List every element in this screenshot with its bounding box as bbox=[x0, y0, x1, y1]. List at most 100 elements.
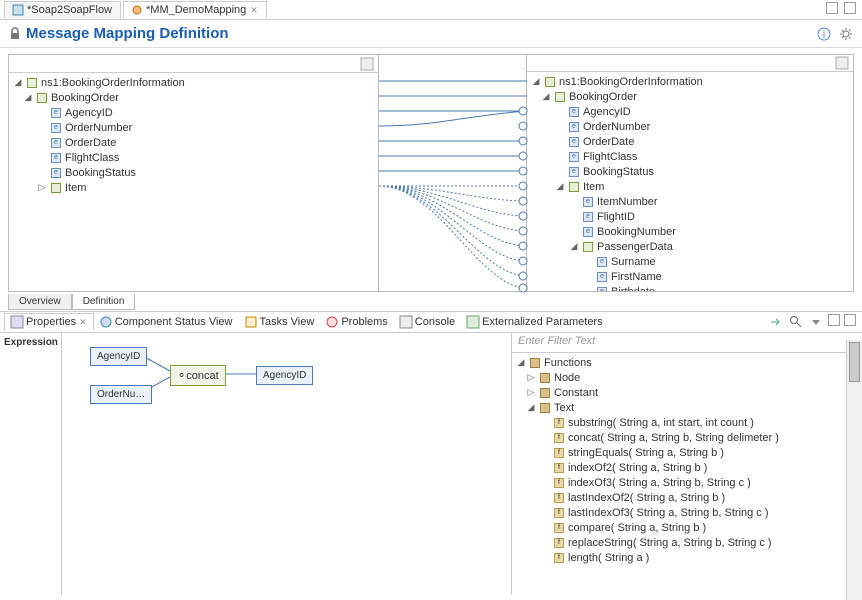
properties-icon bbox=[11, 316, 23, 328]
tree-node-label[interactable]: ns1:BookingOrderInformation bbox=[41, 77, 185, 89]
export-icon[interactable] bbox=[768, 314, 784, 330]
tree-node-label[interactable]: replaceString( String a, String b, Strin… bbox=[568, 537, 772, 549]
tree-twisty[interactable]: ◢ bbox=[516, 357, 526, 368]
tree-node-label[interactable]: BookingNumber bbox=[597, 226, 676, 238]
expr-input-node[interactable]: OrderNu… bbox=[90, 385, 152, 404]
tab-label: *Soap2SoapFlow bbox=[27, 4, 112, 16]
complex-type-icon bbox=[568, 181, 580, 193]
tab-soap2soapflow[interactable]: *Soap2SoapFlow bbox=[4, 1, 121, 18]
maximize-view-button[interactable] bbox=[844, 314, 856, 326]
scrollbar-thumb[interactable] bbox=[849, 342, 860, 382]
tree-node-label[interactable]: compare( String a, String b ) bbox=[568, 522, 706, 534]
tab-problems[interactable]: Problems bbox=[320, 314, 393, 330]
category-icon bbox=[539, 402, 551, 414]
tree-twisty[interactable]: ▷ bbox=[37, 182, 47, 193]
tree-twisty[interactable]: ◢ bbox=[531, 76, 541, 87]
tree-node-label[interactable]: AgencyID bbox=[65, 107, 113, 119]
tree-node-label[interactable]: ItemNumber bbox=[597, 196, 658, 208]
panel-menu-icon[interactable] bbox=[835, 56, 849, 70]
tree-node-label[interactable]: ns1:BookingOrderInformation bbox=[559, 76, 703, 88]
minimize-view-button[interactable] bbox=[828, 314, 840, 326]
panel-menu-icon[interactable] bbox=[360, 57, 374, 71]
function-filter-input[interactable]: Enter Filter Text bbox=[512, 333, 862, 353]
function-icon: ⚬ bbox=[177, 370, 186, 382]
tree-twisty[interactable]: ◢ bbox=[555, 181, 565, 192]
tree-node-label[interactable]: Item bbox=[583, 181, 604, 193]
tree-twisty[interactable]: ◢ bbox=[569, 241, 579, 252]
expr-output-node[interactable]: AgencyID bbox=[256, 366, 313, 385]
tab-properties[interactable]: Properties✕ bbox=[4, 313, 94, 331]
tab-label: Externalized Parameters bbox=[482, 316, 602, 328]
expr-input-node[interactable]: AgencyID bbox=[90, 347, 147, 366]
tree-node-label[interactable]: Functions bbox=[544, 357, 592, 369]
tree-twisty[interactable]: ◢ bbox=[23, 92, 33, 103]
tree-node-label[interactable]: BookingOrder bbox=[51, 92, 119, 104]
tree-node-label[interactable]: OrderDate bbox=[583, 136, 634, 148]
tree-node-label[interactable]: FlightClass bbox=[65, 152, 119, 164]
complex-type-icon bbox=[36, 92, 48, 104]
tab-close-icon[interactable]: ✕ bbox=[250, 5, 258, 16]
tree-node-label[interactable]: Birthdate bbox=[611, 286, 655, 291]
tree-node-label[interactable]: FlightClass bbox=[583, 151, 637, 163]
tab-component-status[interactable]: Component Status View bbox=[94, 314, 239, 330]
tree-node-label[interactable]: Item bbox=[65, 182, 86, 194]
mapping-area: ◢ ns1:BookingOrderInformation ◢ BookingOrd… bbox=[0, 48, 862, 311]
tree-node-label[interactable]: concat( String a, String b, String delim… bbox=[568, 432, 779, 444]
tree-twisty[interactable]: ◢ bbox=[13, 77, 23, 88]
tab-console[interactable]: Console bbox=[394, 314, 461, 330]
settings-icon[interactable] bbox=[838, 26, 854, 42]
tree-node-label[interactable]: lastIndexOf3( String a, String b, String… bbox=[568, 507, 769, 519]
tree-node-label[interactable]: stringEquals( String a, String b ) bbox=[568, 447, 724, 459]
minimize-button[interactable] bbox=[826, 2, 838, 14]
search-icon[interactable] bbox=[788, 314, 804, 330]
tree-node-label[interactable]: Constant bbox=[554, 387, 598, 399]
function-label: concat bbox=[186, 370, 218, 382]
tab-definition[interactable]: Definition bbox=[72, 294, 136, 310]
element-icon: e bbox=[568, 121, 580, 133]
tab-externalized-params[interactable]: Externalized Parameters bbox=[461, 314, 608, 330]
tree-twisty[interactable]: ▷ bbox=[526, 372, 536, 383]
tree-node-label[interactable]: OrderNumber bbox=[583, 121, 650, 133]
tree-twisty[interactable]: ▷ bbox=[526, 387, 536, 398]
function-icon: f bbox=[553, 447, 565, 459]
tree-node-label[interactable]: lastIndexOf2( String a, String b ) bbox=[568, 492, 725, 504]
tree-node-label[interactable]: OrderDate bbox=[65, 137, 116, 149]
expression-canvas[interactable]: AgencyID OrderNu… ⚬concat AgencyID bbox=[62, 333, 512, 595]
tab-tasks[interactable]: Tasks View bbox=[239, 314, 321, 330]
lock-icon bbox=[8, 27, 22, 41]
tree-twisty[interactable]: ◢ bbox=[526, 402, 536, 413]
tree-node-label[interactable]: OrderNumber bbox=[65, 122, 132, 134]
tree-node-label[interactable]: length( String a ) bbox=[568, 552, 649, 564]
tree-twisty[interactable]: ◢ bbox=[541, 91, 551, 102]
function-icon: f bbox=[553, 552, 565, 564]
maximize-button[interactable] bbox=[844, 2, 856, 14]
category-icon bbox=[539, 387, 551, 399]
tab-overview[interactable]: Overview bbox=[8, 294, 72, 310]
tree-node-label[interactable]: FirstName bbox=[611, 271, 662, 283]
tree-node-label[interactable]: substring( String a, int start, int coun… bbox=[568, 417, 754, 429]
tab-mm-demomapping[interactable]: *MM_DemoMapping ✕ bbox=[123, 1, 267, 18]
tree-node-label[interactable]: Surname bbox=[611, 256, 656, 268]
tree-node-label[interactable]: FlightID bbox=[597, 211, 635, 223]
bottom-view-tabbar: Properties✕ Component Status View Tasks … bbox=[0, 311, 862, 333]
view-menu-icon[interactable] bbox=[808, 314, 824, 330]
tree-node-label[interactable]: BookingStatus bbox=[583, 166, 654, 178]
complex-type-icon bbox=[26, 77, 38, 89]
tree-node-label[interactable]: PassengerData bbox=[597, 241, 673, 253]
status-icon bbox=[100, 316, 112, 328]
info-icon[interactable]: i bbox=[816, 26, 832, 42]
vertical-scrollbar[interactable] bbox=[846, 340, 862, 600]
tree-node-label[interactable]: Text bbox=[554, 402, 574, 414]
tab-close-icon[interactable]: ✕ bbox=[79, 317, 87, 328]
element-icon: e bbox=[568, 106, 580, 118]
tree-node-label[interactable]: Node bbox=[554, 372, 580, 384]
tree-node-label[interactable]: BookingStatus bbox=[65, 167, 136, 179]
tree-node-label[interactable]: indexOf2( String a, String b ) bbox=[568, 462, 707, 474]
tree-node-label[interactable]: AgencyID bbox=[583, 106, 631, 118]
tree-node-label[interactable]: indexOf3( String a, String b, String c ) bbox=[568, 477, 751, 489]
editor-subtabs: Overview Definition bbox=[8, 294, 854, 310]
tab-label: Component Status View bbox=[115, 316, 233, 328]
tree-node-label[interactable]: BookingOrder bbox=[569, 91, 637, 103]
tasks-icon bbox=[245, 316, 257, 328]
expr-function-node[interactable]: ⚬concat bbox=[170, 365, 226, 386]
